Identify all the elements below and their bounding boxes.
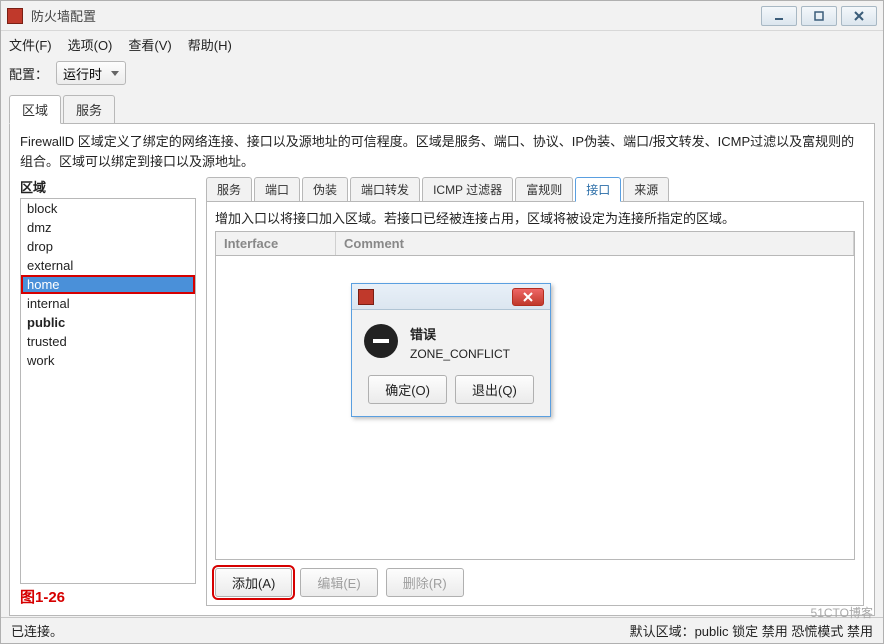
error-icon [364, 324, 398, 358]
edit-button: 编辑(E) [300, 568, 377, 597]
zone-item-public[interactable]: public [21, 313, 195, 332]
interfaces-description: 增加入口以将接口加入区域。若接口已经被连接占用，区域将被设定为连接所指定的区域。 [215, 208, 855, 227]
maximize-button[interactable] [801, 6, 837, 26]
add-button[interactable]: 添加(A) [215, 568, 292, 597]
window-title: 防火墙配置 [31, 6, 757, 25]
inner-tab-来源[interactable]: 来源 [623, 177, 669, 202]
chevron-down-icon [111, 71, 119, 76]
col-comment[interactable]: Comment [336, 232, 854, 255]
tab-services[interactable]: 服务 [63, 95, 115, 124]
inner-tab-端口[interactable]: 端口 [254, 177, 300, 202]
inner-tab-ICMP 过滤器[interactable]: ICMP 过滤器 [422, 177, 513, 202]
dialog-message: ZONE_CONFLICT [410, 347, 510, 361]
zone-list[interactable]: blockdmzdropexternalhomeinternalpublictr… [20, 198, 196, 584]
zone-item-work[interactable]: work [21, 351, 195, 370]
status-right: 默认区域：public 锁定 禁用 恐慌模式 禁用 [630, 621, 873, 640]
dialog-body: 错误 ZONE_CONFLICT [352, 310, 550, 371]
zone-item-internal[interactable]: internal [21, 294, 195, 313]
zone-item-external[interactable]: external [21, 256, 195, 275]
inner-tab-富规则[interactable]: 富规则 [515, 177, 573, 202]
menu-view[interactable]: 查看(V) [128, 35, 171, 54]
menu-help[interactable]: 帮助(H) [188, 35, 232, 54]
zone-item-drop[interactable]: drop [21, 237, 195, 256]
menu-options[interactable]: 选项(O) [68, 35, 113, 54]
dialog-quit-button[interactable]: 退出(Q) [455, 375, 534, 404]
minimize-button[interactable] [761, 6, 797, 26]
delete-button: 删除(R) [386, 568, 464, 597]
close-button[interactable] [841, 6, 877, 26]
zone-item-block[interactable]: block [21, 199, 195, 218]
titlebar: 防火墙配置 [1, 1, 883, 31]
menu-file[interactable]: 文件(F) [9, 35, 52, 54]
status-left: 已连接。 [11, 621, 630, 640]
inner-tab-接口[interactable]: 接口 [575, 177, 621, 202]
figure-label: 图1-26 [20, 586, 196, 607]
dialog-app-icon [358, 289, 374, 305]
config-value: 运行时 [63, 64, 102, 83]
menubar: 文件(F) 选项(O) 查看(V) 帮助(H) [1, 31, 883, 57]
app-icon [7, 8, 23, 24]
zone-item-trusted[interactable]: trusted [21, 332, 195, 351]
error-dialog: 错误 ZONE_CONFLICT 确定(O) 退出(Q) [351, 283, 551, 417]
zone-item-dmz[interactable]: dmz [21, 218, 195, 237]
config-dropdown[interactable]: 运行时 [56, 61, 126, 85]
dialog-close-button[interactable] [512, 288, 544, 306]
zone-list-header: 区域 [20, 177, 196, 196]
zone-description: FirewallD 区域定义了绑定的网络连接、接口以及源地址的可信程度。区域是服… [20, 132, 864, 171]
dialog-ok-button[interactable]: 确定(O) [368, 375, 447, 404]
dialog-buttons: 确定(O) 退出(Q) [352, 371, 550, 416]
table-header: Interface Comment [216, 232, 854, 256]
button-row: 添加(A) 编辑(E) 删除(R) [215, 560, 855, 605]
tab-zones[interactable]: 区域 [9, 95, 61, 124]
firewall-config-window: 防火墙配置 文件(F) 选项(O) 查看(V) 帮助(H) 配置： 运行时 区域… [0, 0, 884, 644]
dialog-title: 错误 [410, 324, 510, 343]
config-label: 配置： [9, 64, 48, 83]
statusbar: 已连接。 默认区域：public 锁定 禁用 恐慌模式 禁用 [1, 617, 883, 643]
inner-tab-伪装[interactable]: 伪装 [302, 177, 348, 202]
inner-tab-服务[interactable]: 服务 [206, 177, 252, 202]
inner-tabs: 服务端口伪装端口转发ICMP 过滤器富规则接口来源 [206, 177, 864, 202]
zone-item-home[interactable]: home [21, 275, 195, 294]
outer-tabs: 区域 服务 [1, 89, 883, 124]
zone-list-column: 区域 blockdmzdropexternalhomeinternalpubli… [20, 177, 196, 607]
inner-tab-端口转发[interactable]: 端口转发 [350, 177, 420, 202]
col-interface[interactable]: Interface [216, 232, 336, 255]
config-row: 配置： 运行时 [1, 57, 883, 89]
dialog-titlebar [352, 284, 550, 310]
